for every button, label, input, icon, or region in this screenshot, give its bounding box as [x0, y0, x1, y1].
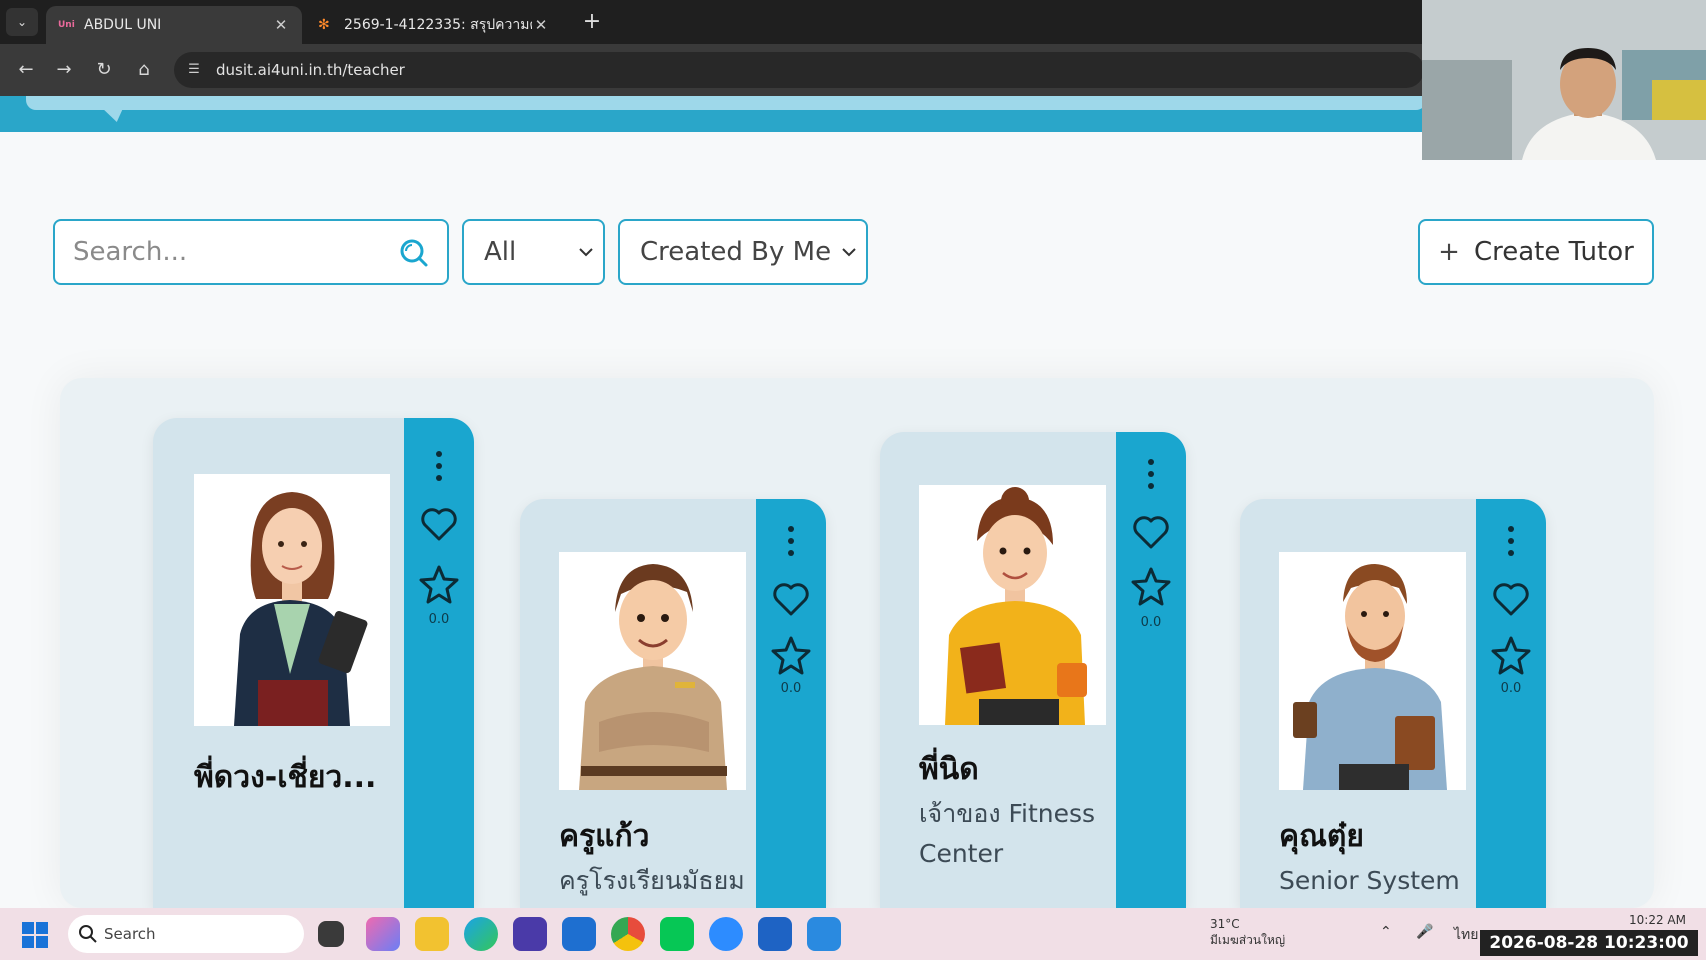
system-clock[interactable]: 10:22 AM	[1490, 912, 1686, 928]
chevron-down-icon	[579, 248, 593, 257]
rating-value: 0.0	[1140, 615, 1162, 630]
star-icon[interactable]	[419, 564, 459, 604]
category-select[interactable]: All	[462, 219, 605, 285]
tutor-description: Senior System	[1279, 866, 1460, 895]
app-icon[interactable]	[513, 917, 547, 951]
create-tutor-button[interactable]: + Create Tutor	[1418, 219, 1654, 285]
tutor-portrait	[1279, 552, 1466, 790]
banner-notch	[100, 106, 124, 122]
tab-course-summary[interactable]: ✻ 2569-1-4122335: สรุปความต้องกา ✕	[306, 6, 562, 44]
tutor-actions-bar: 0.0	[1476, 499, 1546, 908]
search-input[interactable]	[73, 235, 373, 269]
language-indicator[interactable]: ไทย	[1454, 924, 1478, 946]
recording-timestamp: 2026-08-28 10:23:00	[1480, 930, 1698, 956]
task-view-icon[interactable]	[318, 921, 344, 947]
owner-select[interactable]: Created By Me	[618, 219, 868, 285]
more-options-icon[interactable]	[427, 448, 451, 484]
star-icon[interactable]	[771, 635, 811, 675]
edge-icon[interactable]	[464, 917, 498, 951]
heart-icon[interactable]	[1132, 514, 1170, 550]
tab-title: ABDUL UNI	[84, 17, 162, 33]
taskbar-search[interactable]: Search	[68, 915, 304, 953]
outlook-icon[interactable]	[562, 917, 596, 951]
search-icon[interactable]	[397, 237, 429, 269]
tab-list-button[interactable]: ⌄	[6, 8, 38, 36]
new-tab-button[interactable]: +	[578, 8, 606, 36]
notepad-icon[interactable]	[758, 917, 792, 951]
search-icon	[79, 925, 97, 943]
plus-icon: +	[1438, 237, 1460, 267]
rating-value: 0.0	[428, 612, 450, 627]
category-value: All	[484, 237, 517, 267]
tutor-card[interactable]: ครูแก้ว ครูโรงเรียนมัธยม 0.0	[520, 499, 826, 908]
tutor-actions-bar: 0.0	[404, 418, 474, 908]
windows-taskbar: Search 31°C มีเมฆส่วนใหญ่ ⌃ 🎤 ไทย 10:22 …	[0, 908, 1706, 960]
webcam-overlay	[1422, 0, 1706, 160]
chrome-icon[interactable]	[611, 917, 645, 951]
search-box[interactable]	[53, 219, 449, 285]
star-icon[interactable]	[1131, 566, 1171, 606]
line-icon[interactable]	[660, 917, 694, 951]
microphone-icon[interactable]: 🎤	[1416, 924, 1433, 940]
zoom-icon[interactable]	[709, 917, 743, 951]
home-icon[interactable]: ⌂	[130, 56, 158, 84]
more-options-icon[interactable]	[1139, 456, 1163, 492]
tutor-actions-bar: 0.0	[1116, 432, 1186, 908]
back-icon[interactable]: ←	[12, 56, 40, 84]
tutor-name: พี่นิด	[919, 752, 979, 787]
tutor-name: ครูแก้ว	[559, 819, 650, 854]
tutor-actions-bar: 0.0	[756, 499, 826, 908]
rating-value: 0.0	[1500, 681, 1522, 696]
moth-icon: ✻	[318, 17, 330, 33]
heart-icon[interactable]	[1492, 581, 1530, 617]
tab-abdul-uni[interactable]: Uni ABDUL UNI ✕	[46, 6, 302, 44]
url-text[interactable]: dusit.ai4uni.in.th/teacher	[216, 52, 405, 88]
copilot-icon[interactable]	[366, 917, 400, 951]
tutor-portrait	[559, 552, 746, 790]
heart-icon[interactable]	[772, 581, 810, 617]
create-tutor-label: Create Tutor	[1473, 237, 1634, 267]
tutor-card[interactable]: พี่ดวง-เชี่ยว... 0.0	[153, 418, 474, 908]
heart-icon[interactable]	[420, 506, 458, 542]
weather-temp: 31°C	[1210, 917, 1240, 931]
windows-start-icon[interactable]	[22, 922, 48, 948]
taskbar-search-label: Search	[104, 925, 156, 943]
tutor-portrait	[919, 485, 1106, 725]
file-explorer-icon[interactable]	[415, 917, 449, 951]
presenter-video	[1422, 0, 1706, 160]
more-options-icon[interactable]	[1499, 523, 1523, 559]
tutor-name: พี่ดวง-เชี่ยว...	[194, 760, 377, 795]
weather-desc: มีเมฆส่วนใหญ่	[1210, 933, 1286, 947]
tab-title: 2569-1-4122335: สรุปความต้องกา	[344, 17, 532, 33]
reload-icon[interactable]: ↻	[90, 56, 118, 84]
site-settings-icon[interactable]: ☰	[184, 60, 204, 80]
banner-strip	[26, 96, 1426, 110]
tutor-card[interactable]: พี่นิด เจ้าของ Fitness Center 0.0	[880, 432, 1186, 908]
owner-value: Created By Me	[640, 237, 832, 267]
tutor-name: คุณตุ๋ย	[1279, 819, 1364, 854]
tutor-card[interactable]: คุณตุ๋ย Senior System 0.0	[1240, 499, 1546, 908]
chevron-down-icon	[842, 248, 856, 257]
photos-icon[interactable]	[807, 917, 841, 951]
tutor-portrait	[194, 474, 390, 726]
close-icon[interactable]: ✕	[272, 16, 290, 34]
star-icon[interactable]	[1491, 635, 1531, 675]
address-bar[interactable]: ☰ dusit.ai4uni.in.th/teacher	[174, 52, 1424, 88]
rating-value: 0.0	[780, 681, 802, 696]
tutor-description: ครูโรงเรียนมัธยม	[559, 866, 745, 895]
close-icon[interactable]: ✕	[532, 16, 550, 34]
forward-icon[interactable]: →	[50, 56, 78, 84]
weather-widget[interactable]: 31°C มีเมฆส่วนใหญ่	[1210, 916, 1285, 948]
tutor-description: เจ้าของ Fitness Center	[919, 799, 1096, 868]
uni-favicon-icon: Uni	[58, 20, 75, 30]
chevron-up-icon[interactable]: ⌃	[1380, 924, 1392, 940]
more-options-icon[interactable]	[779, 523, 803, 559]
